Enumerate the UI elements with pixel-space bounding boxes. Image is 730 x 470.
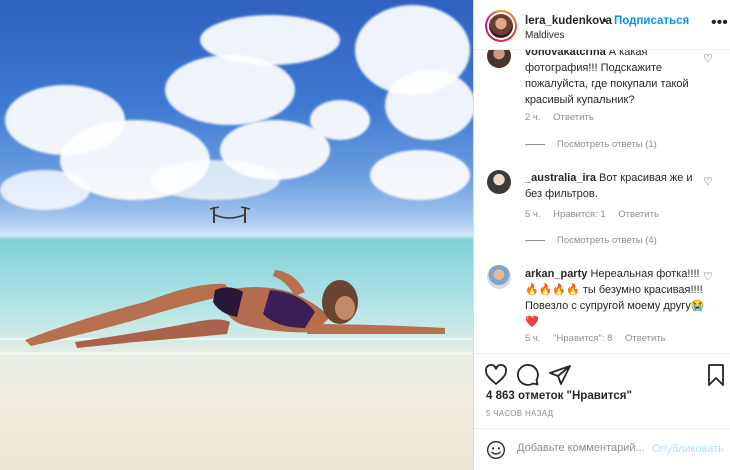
cloud xyxy=(310,100,370,140)
like-comment-heart-icon[interactable]: ♡ xyxy=(703,175,713,188)
comment-avatar[interactable] xyxy=(487,50,511,68)
post-header: lera_kudenkova • Подписаться Maldives ••… xyxy=(474,0,730,50)
replies-line xyxy=(525,239,545,241)
avatar[interactable] xyxy=(485,10,517,42)
post-side-panel: lera_kudenkova • Подписаться Maldives ••… xyxy=(473,0,730,470)
like-comment-heart-icon[interactable]: ♡ xyxy=(703,270,713,283)
location-link[interactable]: Maldives xyxy=(525,30,564,41)
reply-button[interactable]: Ответить xyxy=(625,333,666,344)
cloud xyxy=(370,150,470,200)
replies-line xyxy=(525,143,545,145)
comment-time[interactable]: 5 ч. xyxy=(525,209,541,220)
comment-time[interactable]: 5 ч. xyxy=(525,333,541,344)
view-replies-label: Посмотреть ответы (4) xyxy=(557,235,657,246)
comment-username[interactable]: vohovakatcriha xyxy=(525,50,606,58)
view-replies-button[interactable]: Посмотреть ответы (1) xyxy=(525,139,657,150)
comment-likes-count[interactable]: Нравится: 1 xyxy=(553,209,605,220)
comment-avatar[interactable] xyxy=(487,265,511,289)
avatar-image xyxy=(489,14,513,38)
reply-button[interactable]: Ответить xyxy=(553,112,594,123)
cloud xyxy=(165,55,295,125)
likes-count[interactable]: 4 863 отметок "Нравится" xyxy=(486,390,632,402)
heart-icon[interactable] xyxy=(484,363,508,387)
follow-button[interactable]: Подписаться xyxy=(614,15,689,27)
add-comment-input[interactable] xyxy=(517,442,652,454)
post-photo[interactable] xyxy=(0,0,473,470)
comment-time[interactable]: 2 ч. xyxy=(525,112,541,123)
publish-button[interactable]: Опубликовать xyxy=(652,443,724,455)
cloud xyxy=(0,170,90,210)
share-icon[interactable] xyxy=(548,363,572,387)
emoji-icon[interactable] xyxy=(486,440,506,460)
reply-button[interactable]: Ответить xyxy=(618,209,659,220)
wave xyxy=(0,352,473,355)
like-comment-heart-icon[interactable]: ♡ xyxy=(703,52,713,65)
comments-list[interactable]: vohovakatcriha А какая фотография!!! Под… xyxy=(474,50,730,353)
comment-avatar[interactable] xyxy=(487,170,511,194)
comment-username[interactable]: arkan_party xyxy=(525,268,587,280)
view-replies-label: Посмотреть ответы (1) xyxy=(557,139,657,150)
bookmark-icon[interactable] xyxy=(704,363,728,387)
cloud xyxy=(385,70,473,140)
action-bar xyxy=(474,353,730,393)
more-horizontal-icon[interactable]: ••• xyxy=(711,14,728,32)
view-replies-button[interactable]: Посмотреть ответы (4) xyxy=(525,235,657,246)
cloud xyxy=(150,160,280,200)
comment-likes-count[interactable]: "Нравится": 8 xyxy=(553,333,612,344)
comment-username[interactable]: _australia_ira xyxy=(525,172,596,184)
username-link[interactable]: lera_kudenkova xyxy=(525,15,612,27)
comment-text: А какая фотография!!! Подскажите пожалуй… xyxy=(525,50,689,106)
add-comment-bar: Опубликовать xyxy=(474,428,730,470)
post-time[interactable]: 5 ЧАСОВ НАЗАД xyxy=(486,409,553,418)
separator-dot: • xyxy=(603,15,607,27)
sea-swing xyxy=(209,206,251,223)
person-figure xyxy=(25,270,445,348)
comment-icon[interactable] xyxy=(516,363,540,387)
